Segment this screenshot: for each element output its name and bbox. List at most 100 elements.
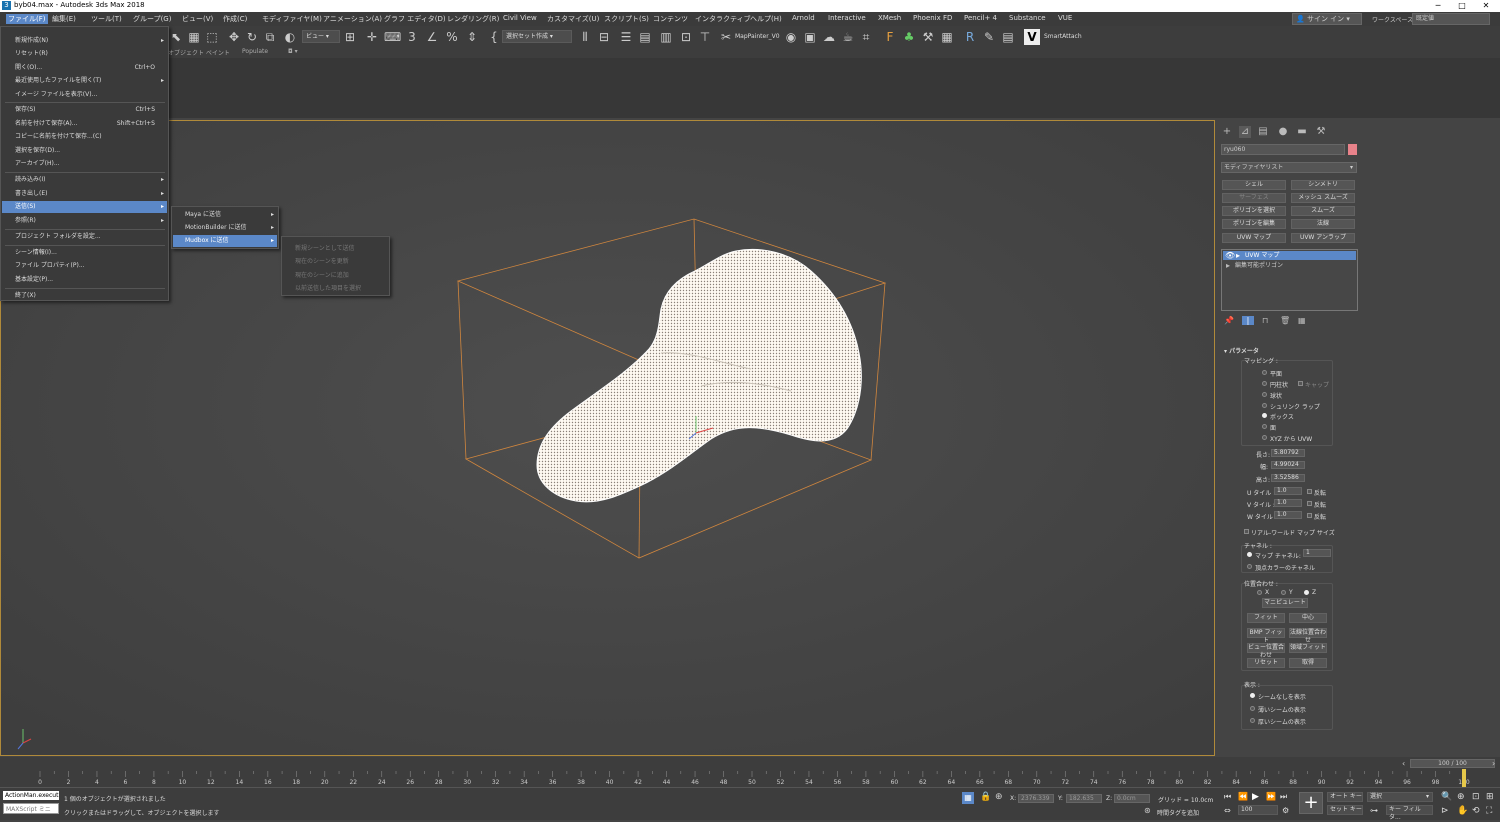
time-tag-icon[interactable]: ⊛ (1144, 806, 1151, 815)
select-object-icon[interactable]: ⬉ (168, 29, 184, 45)
play-icon[interactable]: ▶ (1252, 792, 1259, 802)
menu-arnold[interactable]: Arnold (792, 14, 815, 22)
move-icon[interactable]: ✥ (226, 29, 242, 45)
smartattach-label[interactable]: SmartAttach (1044, 33, 1082, 40)
menu-modifiers[interactable]: モディファイヤ(M) (262, 14, 322, 24)
modifier-smooth-button[interactable]: スムーズ (1291, 206, 1355, 216)
height-spinner[interactable]: 3.52586 (1271, 474, 1305, 482)
maxscript-listener[interactable]: ActionMan.execut (3, 791, 59, 800)
keyboard-shortcut-icon[interactable]: ⌨ (384, 29, 401, 45)
radio-planar[interactable] (1262, 370, 1267, 375)
remove-modifier-icon[interactable]: 🗑 (1280, 316, 1290, 325)
menu-tools[interactable]: ツール(T) (91, 14, 122, 24)
menu-item-exit[interactable]: 終了(X) (2, 290, 167, 302)
normal-align-button[interactable]: 法線位置合わせ (1289, 628, 1327, 644)
menu-item-open[interactable]: 開く(O)... Ctrl+O (2, 62, 167, 74)
goto-end-icon[interactable]: ⏭ (1280, 792, 1287, 802)
modifier-editpoly-button[interactable]: ポリゴンを編集 (1222, 219, 1286, 229)
menu-group[interactable]: グループ(G) (133, 14, 171, 24)
key-filters-button[interactable]: キー フィルタ... (1386, 805, 1433, 821)
menu-animation[interactable]: アニメーション(A) (323, 14, 382, 24)
tree-icon[interactable]: ♣ (901, 29, 917, 45)
render-setup-icon[interactable]: ▣ (802, 29, 818, 45)
eye-icon[interactable]: 👁 (1225, 251, 1235, 260)
menu-phoenix-fd[interactable]: Phoenix FD (913, 14, 952, 22)
selection-lock-icon[interactable]: 🔒 (980, 792, 991, 802)
goto-start-icon[interactable]: ⏮ (1224, 792, 1231, 802)
radio-spherical[interactable] (1262, 392, 1267, 397)
map-channel-spinner[interactable]: 1 (1303, 549, 1331, 557)
modifier-list-dropdown[interactable]: モディファイヤリスト ▾ (1221, 162, 1357, 173)
render-frame-icon[interactable]: ☁ (821, 29, 837, 45)
menu-item-view-image[interactable]: イメージ ファイルを表示(V)... (2, 89, 167, 101)
y-coord-field[interactable]: 182.635 (1066, 794, 1102, 803)
menu-content[interactable]: コンテンツ (653, 14, 688, 24)
absolute-mode-icon[interactable]: ⊕ (995, 792, 1003, 802)
hierarchy-tab-icon[interactable]: ▤ (1257, 126, 1269, 138)
menu-customize[interactable]: カスタマイズ(U) (547, 14, 599, 24)
rectangle-selection-icon[interactable]: ⬚ (204, 29, 220, 45)
region-fit-button[interactable]: 領域フィット (1289, 643, 1327, 653)
material-editor-icon[interactable]: ◉ (783, 29, 799, 45)
v-tile-spinner[interactable]: 1.0 (1274, 499, 1302, 507)
menu-interactive[interactable]: Interactive (828, 14, 866, 22)
expand-icon[interactable]: ▸ (1236, 251, 1240, 260)
menu-item-send-to[interactable]: 送信(S) ▸ (2, 201, 167, 213)
menu-item-preferences[interactable]: 基本設定(P)... (2, 274, 167, 286)
ribbon-object-paint[interactable]: オブジェクト ペイント (168, 48, 230, 57)
menu-item-archive[interactable]: アーカイブ(H)... (2, 158, 167, 170)
next-frame-icon[interactable]: ⏩ (1266, 792, 1276, 801)
radio-xyz-to-uvw[interactable] (1262, 435, 1267, 440)
radio-no-seams[interactable] (1250, 693, 1255, 698)
configure-sets-icon[interactable]: ▦ (1298, 316, 1306, 325)
radio-map-channel[interactable] (1247, 552, 1252, 557)
object-color-swatch[interactable] (1348, 144, 1357, 155)
menu-item-file-properties[interactable]: ファイル プロパティ(P)... (2, 260, 167, 272)
show-end-result-icon[interactable]: | (1242, 316, 1254, 325)
menu-item-project-folder[interactable]: プロジェクト フォルダを設定... (2, 231, 167, 243)
current-frame-marker[interactable] (1462, 769, 1466, 787)
modify-tab-icon[interactable]: ⊿ (1239, 126, 1251, 138)
pivot-center-icon[interactable]: ⊞ (342, 29, 358, 45)
modifier-surface-button[interactable]: サーフェス (1222, 193, 1286, 203)
pin-stack-icon[interactable]: 📌 (1224, 316, 1234, 325)
set-key-icon[interactable]: + (1299, 792, 1323, 814)
menu-interactive-jp[interactable]: インタラクティブ (695, 14, 751, 24)
phoenix-fd-icon[interactable]: F (882, 29, 898, 45)
key-mode-icon[interactable]: ⇔ (1224, 806, 1231, 815)
select-by-name-icon[interactable]: ▦ (186, 29, 202, 45)
menu-view[interactable]: ビュー(V) (182, 14, 213, 24)
ribbon-options-icon[interactable]: ◘ ▾ (288, 48, 298, 55)
menu-item-new[interactable]: 新規作成(N) ▸ (2, 35, 167, 47)
auto-key-button[interactable]: オート キー (1327, 792, 1363, 802)
radio-shrinkwrap[interactable] (1262, 403, 1267, 408)
bitmap-fit-button[interactable]: BMP フィット (1247, 628, 1285, 644)
menu-item-import[interactable]: 読み込み(I) ▸ (2, 174, 167, 186)
cap-checkbox[interactable] (1298, 381, 1303, 386)
rc-icon[interactable]: R (962, 29, 978, 45)
zoom-icon[interactable]: 🔍 (1441, 792, 1452, 802)
minimize-button[interactable]: ─ (1426, 0, 1450, 12)
ribbon-populate[interactable]: Populate (242, 48, 268, 55)
wrench-icon[interactable]: ✎ (981, 29, 997, 45)
modifier-uvwmap-button[interactable]: UVW マップ (1222, 233, 1286, 243)
modifier-polyselect-button[interactable]: ポリゴンを選択 (1222, 206, 1286, 216)
reference-coordinate-dropdown[interactable]: ビュー ▾ (302, 30, 340, 43)
object-name-field[interactable]: ryu060 (1221, 144, 1345, 155)
track-bar-ruler[interactable]: 0 2 4 6 8 10 12 14 16 18 20 22 24 26 28 30 32 34 36 38 40 42 4… (0, 769, 1500, 787)
current-frame-field[interactable]: 100 (1238, 805, 1278, 815)
stack-item-editable-poly[interactable]: ▸ 編集可能ポリゴン (1223, 261, 1356, 270)
menu-item-send-motionbuilder[interactable]: MotionBuilder に送信 ▸ (173, 222, 277, 234)
utilities-tab-icon[interactable]: ⚒ (1315, 126, 1327, 138)
placement-icon[interactable]: ◐ (282, 29, 298, 45)
render-production-icon[interactable]: ☕ (840, 29, 856, 45)
edit-named-selection-icon[interactable]: { (486, 29, 502, 45)
fov-icon[interactable]: ⊳ (1441, 806, 1449, 816)
menu-item-export[interactable]: 書き出し(E) ▸ (2, 188, 167, 200)
manipulate-button[interactable]: マニピュレート (1262, 598, 1308, 608)
realworld-checkbox[interactable] (1244, 529, 1249, 534)
selection-set-dropdown[interactable]: 選択 ▾ (1367, 792, 1433, 802)
orbit-icon[interactable]: ⟲ (1472, 806, 1480, 816)
time-slider[interactable]: 100 / 100 (1410, 759, 1495, 768)
view-align-button[interactable]: ビュー位置合わせ (1247, 643, 1285, 659)
